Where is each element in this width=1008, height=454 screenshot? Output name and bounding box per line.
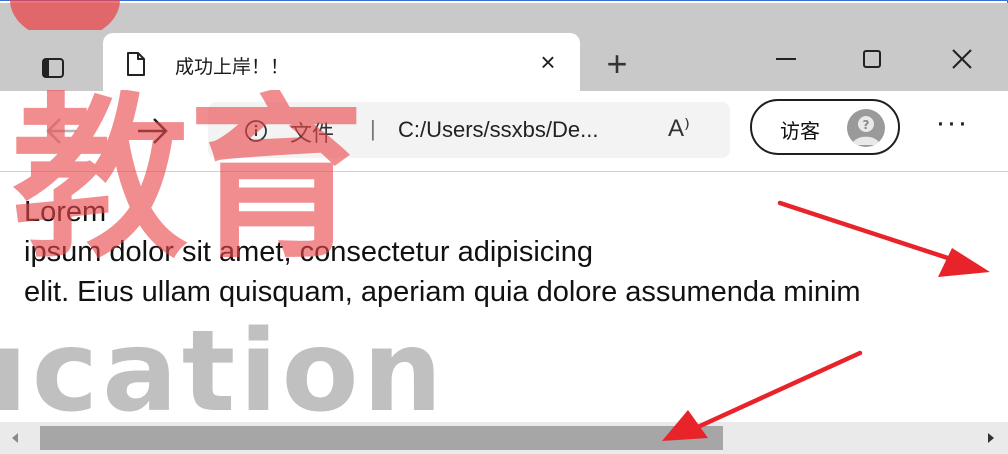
scroll-left-arrow-icon[interactable] (8, 430, 22, 446)
horizontal-scrollbar[interactable] (0, 422, 1008, 454)
address-url[interactable]: C:/Users/ssxbs/De... (398, 117, 598, 143)
address-separator: | (370, 116, 376, 141)
minimize-icon (776, 58, 796, 60)
close-icon (952, 49, 972, 69)
profile-button[interactable]: 访客 ? (750, 99, 900, 155)
tab-actions-icon (42, 58, 64, 78)
text-line: ipsum dolor sit amet, consectetur adipis… (24, 236, 593, 268)
arrow-left-icon (46, 118, 76, 144)
read-aloud-button[interactable]: A⁾ (668, 114, 690, 143)
page-viewport: Lorem ipsum dolor sit amet, consectetur … (0, 172, 1008, 422)
page-icon (127, 52, 145, 76)
navigation-toolbar: 文件 | C:/Users/ssxbs/De... A⁾ 访客 ? ··· (0, 91, 1008, 172)
text-line: Lorem (24, 196, 107, 228)
minimize-button[interactable] (762, 41, 810, 77)
tab-actions-button[interactable] (33, 50, 73, 86)
avatar: ? (847, 109, 885, 147)
guest-avatar-icon: ? (852, 116, 880, 145)
file-scheme-label: 文件 (290, 122, 335, 147)
text-line: elit. Eius ullam quisquam, aperiam quia … (24, 276, 861, 308)
info-icon[interactable] (244, 119, 268, 143)
back-button[interactable] (40, 111, 84, 151)
forward-button[interactable] (130, 111, 174, 151)
tab-active[interactable]: 成功上岸！！ × (103, 33, 580, 93)
maximize-button[interactable] (848, 41, 896, 77)
scroll-right-arrow-icon[interactable] (984, 430, 998, 446)
scrollbar-thumb[interactable] (40, 426, 723, 450)
new-tab-button[interactable]: + (597, 46, 637, 83)
profile-label: 访客 (780, 119, 820, 143)
address-bar[interactable]: 文件 | C:/Users/ssxbs/De... A⁾ (208, 102, 730, 158)
arrow-right-icon (138, 118, 168, 144)
svg-text:?: ? (863, 118, 870, 132)
close-window-button[interactable] (938, 41, 986, 77)
maximize-icon (863, 50, 881, 68)
settings-more-button[interactable]: ··· (930, 108, 974, 147)
tab-title: 成功上岸！！ (175, 56, 290, 78)
page-body-text: Lorem ipsum dolor sit amet, consectetur … (24, 192, 861, 312)
tab-close-button[interactable]: × (533, 47, 563, 77)
tab-strip: 成功上岸！！ × + (0, 3, 1008, 93)
browser-window: 成功上岸！！ × + 文件 | C:/Users/ssxbs/De... A⁾ … (0, 0, 1008, 454)
